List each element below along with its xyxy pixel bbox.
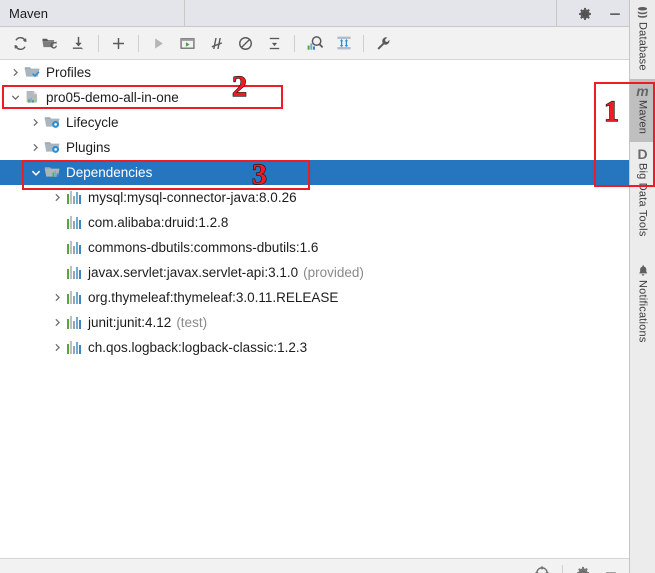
bottom-statusbar: CSDN @星光下的赶路人star	[0, 558, 629, 573]
dependency-scope: (test)	[176, 315, 208, 330]
toolbar-divider-3	[294, 34, 295, 52]
chevron-right-icon[interactable]	[8, 65, 23, 80]
minimize-icon[interactable]	[607, 6, 623, 22]
tree-row-dependency[interactable]: junit:junit:4.12 (test)	[0, 310, 629, 335]
toolbar-divider-1	[98, 34, 99, 52]
tree-row-label: Plugins	[66, 140, 111, 155]
chevron-right-icon[interactable]	[50, 315, 65, 330]
chevron-right-icon[interactable]	[50, 340, 65, 355]
rail-tab-big-data-tools[interactable]: D Big Data Tools	[630, 142, 655, 245]
jar-icon	[65, 215, 83, 231]
jar-icon	[65, 290, 83, 306]
maven-project-tree[interactable]: Profiles pro05-demo-all-in-one Lifecycle…	[0, 60, 629, 558]
database-icon	[636, 6, 649, 19]
tree-row-label: junit:junit:4.12	[88, 315, 172, 330]
terminal-run-icon[interactable]	[173, 29, 202, 58]
tree-row-label: javax.servlet:javax.servlet-api:3.1.0	[88, 265, 299, 280]
skip-tests-icon[interactable]	[202, 29, 231, 58]
tree-row-dependencies[interactable]: Dependencies	[0, 160, 629, 185]
tree-row-maven-project[interactable]: pro05-demo-all-in-one	[0, 85, 629, 110]
maven-project-icon	[23, 90, 41, 106]
tree-row-label: Profiles	[46, 65, 92, 80]
diagram-icon[interactable]	[329, 29, 358, 58]
titlebar-divider-2	[556, 0, 557, 27]
tree-row-label: commons-dbutils:commons-dbutils:1.6	[88, 240, 319, 255]
maven-toolbar	[0, 27, 629, 60]
analyze-icon[interactable]	[300, 29, 329, 58]
rail-tab-maven[interactable]: m Maven	[630, 78, 655, 142]
tree-row-label: pro05-demo-all-in-one	[46, 90, 179, 105]
tree-row-profiles[interactable]: Profiles	[0, 60, 629, 85]
jar-icon	[65, 240, 83, 256]
toolbar-divider-2	[138, 34, 139, 52]
gear-icon[interactable]	[577, 6, 593, 22]
tree-row-dependency[interactable]: javax.servlet:javax.servlet-api:3.1.0 (p…	[0, 260, 629, 285]
gear-icon[interactable]	[575, 565, 591, 573]
statusbar-buttons	[534, 565, 619, 573]
plus-icon[interactable]	[104, 29, 133, 58]
tree-row-label: mysql:mysql-connector-java:8.0.26	[88, 190, 297, 205]
rail-tab-label: Big Data Tools	[636, 162, 649, 237]
tool-window-title: Maven	[9, 5, 49, 21]
dependencies-folder-icon	[43, 165, 61, 181]
rail-tab-notifications[interactable]: Notifications	[630, 258, 655, 351]
rail-tab-label: Database	[636, 22, 649, 71]
rail-tab-label: Notifications	[636, 280, 649, 343]
plugins-folder-icon	[43, 140, 61, 156]
lifecycle-folder-icon	[43, 115, 61, 131]
chevron-down-icon[interactable]	[28, 165, 43, 180]
titlebar-divider-1	[184, 0, 185, 27]
tree-row-label: Dependencies	[66, 165, 153, 180]
tree-row-plugins[interactable]: Plugins	[0, 135, 629, 160]
tree-row-dependency[interactable]: ch.qos.logback:logback-classic:1.2.3	[0, 335, 629, 360]
dependency-scope: (provided)	[303, 265, 364, 280]
tool-window-titlebar: Maven	[0, 0, 629, 27]
chevron-right-icon[interactable]	[50, 290, 65, 305]
jar-icon	[65, 340, 83, 356]
big-data-d-icon: D	[637, 145, 648, 162]
offline-icon[interactable]	[231, 29, 260, 58]
jar-icon	[65, 190, 83, 206]
collapse-icon[interactable]	[260, 29, 289, 58]
maven-m-icon: m	[636, 82, 649, 99]
jar-icon	[65, 265, 83, 281]
titlebar-buttons	[577, 0, 623, 27]
download-icon[interactable]	[64, 29, 93, 58]
tree-row-label: ch.qos.logback:logback-classic:1.2.3	[88, 340, 308, 355]
chevron-down-icon[interactable]	[8, 90, 23, 105]
tree-row-dependency[interactable]: org.thymeleaf:thymeleaf:3.0.11.RELEASE	[0, 285, 629, 310]
chevron-right-icon[interactable]	[50, 190, 65, 205]
tree-row-label: com.alibaba:druid:1.2.8	[88, 215, 229, 230]
tree-row-dependency[interactable]: mysql:mysql-connector-java:8.0.26	[0, 185, 629, 210]
run-icon	[144, 29, 173, 58]
tool-window-rail: Database m Maven D Big Data Tools Notifi…	[629, 0, 655, 573]
chevron-right-icon[interactable]	[28, 140, 43, 155]
tree-row-label: Lifecycle	[66, 115, 119, 130]
bell-icon	[637, 264, 649, 277]
tree-row-lifecycle[interactable]: Lifecycle	[0, 110, 629, 135]
toolbar-divider-4	[363, 34, 364, 52]
refresh-icon[interactable]	[6, 29, 35, 58]
minimize-icon[interactable]	[603, 565, 619, 573]
tree-row-dependency[interactable]: com.alibaba:druid:1.2.8	[0, 210, 629, 235]
maven-tool-window: Maven Profiles pro05-demo-all-in-one Lif…	[0, 0, 655, 573]
jar-icon	[65, 315, 83, 331]
crosshair-icon[interactable]	[534, 565, 550, 573]
rail-tab-database[interactable]: Database	[630, 0, 655, 79]
statusbar-divider	[562, 565, 563, 573]
tree-row-dependency[interactable]: commons-dbutils:commons-dbutils:1.6	[0, 235, 629, 260]
folder-refresh-icon[interactable]	[35, 29, 64, 58]
chevron-right-icon[interactable]	[28, 115, 43, 130]
rail-tab-label: Maven	[636, 99, 649, 134]
tree-row-label: org.thymeleaf:thymeleaf:3.0.11.RELEASE	[88, 290, 339, 305]
wrench-icon[interactable]	[369, 29, 398, 58]
profiles-folder-icon	[23, 65, 41, 81]
maven-panel: Maven Profiles pro05-demo-all-in-one Lif…	[0, 0, 629, 573]
